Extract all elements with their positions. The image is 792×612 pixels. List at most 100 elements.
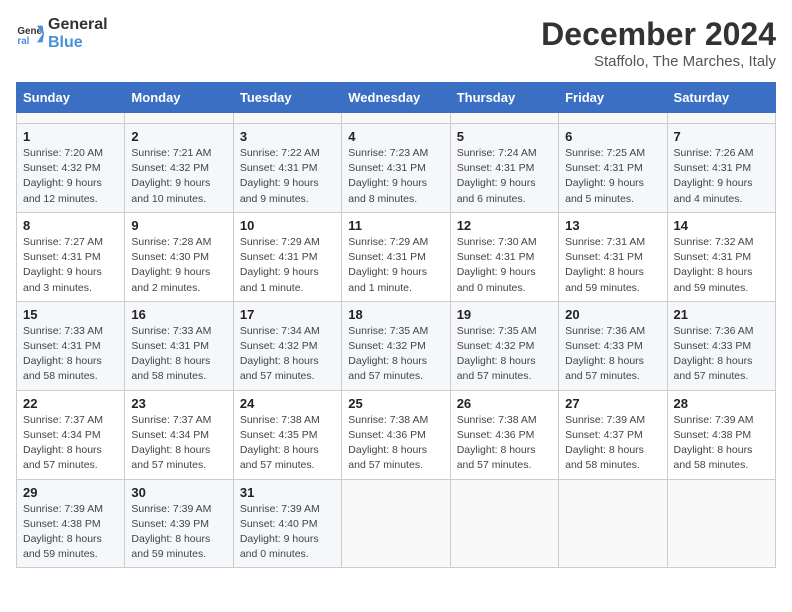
day-info: Sunrise: 7:38 AMSunset: 4:36 PMDaylight:… — [457, 413, 552, 474]
logo: Gene ral General Blue — [16, 16, 108, 51]
day-number: 11 — [348, 218, 443, 233]
column-header-monday: Monday — [125, 83, 233, 113]
calendar-cell — [125, 113, 233, 124]
calendar-week-2: 8Sunrise: 7:27 AMSunset: 4:31 PMDaylight… — [17, 212, 776, 301]
day-info: Sunrise: 7:31 AMSunset: 4:31 PMDaylight:… — [565, 235, 660, 296]
day-info: Sunrise: 7:20 AMSunset: 4:32 PMDaylight:… — [23, 146, 118, 207]
calendar-cell: 5Sunrise: 7:24 AMSunset: 4:31 PMDaylight… — [450, 124, 558, 213]
day-number: 25 — [348, 396, 443, 411]
calendar-cell: 21Sunrise: 7:36 AMSunset: 4:33 PMDayligh… — [667, 301, 775, 390]
day-number: 28 — [674, 396, 769, 411]
day-info: Sunrise: 7:21 AMSunset: 4:32 PMDaylight:… — [131, 146, 226, 207]
title-area: December 2024 Staffolo, The Marches, Ita… — [541, 16, 776, 70]
logo-icon: Gene ral — [16, 20, 44, 48]
calendar-cell: 1 Sunrise: 7:20 AMSunset: 4:32 PMDaylight… — [17, 124, 125, 213]
day-info: Sunrise: 7:22 AMSunset: 4:31 PMDaylight:… — [240, 146, 335, 207]
day-number: 2 — [131, 129, 226, 144]
calendar-cell: 6 Sunrise: 7:25 AMSunset: 4:31 PMDaylight… — [559, 124, 667, 213]
calendar-week-5: 29Sunrise: 7:39 AMSunset: 4:38 PMDayligh… — [17, 479, 776, 568]
column-header-tuesday: Tuesday — [233, 83, 341, 113]
calendar-cell: 14 Sunrise: 7:32 AMSunset: 4:31 PMDayligh… — [667, 212, 775, 301]
day-info: Sunrise: 7:30 AMSunset: 4:31 PMDaylight:… — [457, 235, 552, 296]
day-number: 4 — [348, 129, 443, 144]
svg-text:ral: ral — [17, 35, 29, 46]
calendar-cell: 17Sunrise: 7:34 AMSunset: 4:32 PMDayligh… — [233, 301, 341, 390]
location-title: Staffolo, The Marches, Italy — [541, 53, 776, 70]
calendar-cell: 2 Sunrise: 7:21 AMSunset: 4:32 PMDaylight… — [125, 124, 233, 213]
day-info: Sunrise: 7:29 AMSunset: 4:31 PMDaylight:… — [348, 235, 443, 296]
calendar-cell: 4 Sunrise: 7:23 AMSunset: 4:31 PMDaylight… — [342, 124, 450, 213]
day-number: 27 — [565, 396, 660, 411]
day-number: 6 — [565, 129, 660, 144]
day-number: 22 — [23, 396, 118, 411]
calendar-cell: 29Sunrise: 7:39 AMSunset: 4:38 PMDayligh… — [17, 479, 125, 568]
day-info: Sunrise: 7:36 AMSunset: 4:33 PMDaylight:… — [565, 324, 660, 385]
calendar-cell: 7Sunrise: 7:26 AMSunset: 4:31 PMDaylight… — [667, 124, 775, 213]
column-header-thursday: Thursday — [450, 83, 558, 113]
day-info: Sunrise: 7:35 AMSunset: 4:32 PMDaylight:… — [457, 324, 552, 385]
column-header-wednesday: Wednesday — [342, 83, 450, 113]
day-number: 8 — [23, 218, 118, 233]
calendar-cell — [667, 113, 775, 124]
calendar-cell — [342, 113, 450, 124]
logo-text-blue: Blue — [48, 34, 108, 52]
day-info: Sunrise: 7:39 AMSunset: 4:39 PMDaylight:… — [131, 502, 226, 563]
calendar-cell: 20 Sunrise: 7:36 AMSunset: 4:33 PMDayligh… — [559, 301, 667, 390]
day-number: 12 — [457, 218, 552, 233]
day-info: Sunrise: 7:37 AMSunset: 4:34 PMDaylight:… — [131, 413, 226, 474]
day-number: 20 — [565, 307, 660, 322]
day-info: Sunrise: 7:29 AMSunset: 4:31 PMDaylight:… — [240, 235, 335, 296]
day-info: Sunrise: 7:36 AMSunset: 4:33 PMDaylight:… — [674, 324, 769, 385]
day-info: Sunrise: 7:38 AMSunset: 4:35 PMDaylight:… — [240, 413, 335, 474]
calendar-cell: 3 Sunrise: 7:22 AMSunset: 4:31 PMDaylight… — [233, 124, 341, 213]
day-info: Sunrise: 7:39 AMSunset: 4:38 PMDaylight:… — [674, 413, 769, 474]
calendar-week-0 — [17, 113, 776, 124]
day-info: Sunrise: 7:39 AMSunset: 4:38 PMDaylight:… — [23, 502, 118, 563]
day-info: Sunrise: 7:25 AMSunset: 4:31 PMDaylight:… — [565, 146, 660, 207]
day-info: Sunrise: 7:33 AMSunset: 4:31 PMDaylight:… — [23, 324, 118, 385]
calendar-cell — [233, 113, 341, 124]
day-number: 16 — [131, 307, 226, 322]
day-number: 3 — [240, 129, 335, 144]
day-number: 30 — [131, 485, 226, 500]
day-number: 1 — [23, 129, 118, 144]
calendar-cell — [559, 113, 667, 124]
month-title: December 2024 — [541, 16, 776, 53]
day-number: 18 — [348, 307, 443, 322]
day-info: Sunrise: 7:26 AMSunset: 4:31 PMDaylight:… — [674, 146, 769, 207]
calendar-cell — [17, 113, 125, 124]
day-number: 10 — [240, 218, 335, 233]
calendar-cell: 10 Sunrise: 7:29 AMSunset: 4:31 PMDayligh… — [233, 212, 341, 301]
calendar-cell: 11 Sunrise: 7:29 AMSunset: 4:31 PMDayligh… — [342, 212, 450, 301]
column-header-sunday: Sunday — [17, 83, 125, 113]
day-number: 9 — [131, 218, 226, 233]
calendar-cell: 9Sunrise: 7:28 AMSunset: 4:30 PMDaylight… — [125, 212, 233, 301]
day-number: 15 — [23, 307, 118, 322]
calendar-cell — [450, 479, 558, 568]
calendar-header-row: SundayMondayTuesdayWednesdayThursdayFrid… — [17, 83, 776, 113]
calendar-cell: 28 Sunrise: 7:39 AMSunset: 4:38 PMDayligh… — [667, 390, 775, 479]
calendar-cell: 12 Sunrise: 7:30 AMSunset: 4:31 PMDayligh… — [450, 212, 558, 301]
calendar-cell: 30 Sunrise: 7:39 AMSunset: 4:39 PMDayligh… — [125, 479, 233, 568]
day-info: Sunrise: 7:32 AMSunset: 4:31 PMDaylight:… — [674, 235, 769, 296]
day-number: 14 — [674, 218, 769, 233]
day-number: 17 — [240, 307, 335, 322]
calendar-cell — [667, 479, 775, 568]
calendar-cell: 25 Sunrise: 7:38 AMSunset: 4:36 PMDayligh… — [342, 390, 450, 479]
column-header-saturday: Saturday — [667, 83, 775, 113]
calendar-cell: 19Sunrise: 7:35 AMSunset: 4:32 PMDayligh… — [450, 301, 558, 390]
day-number: 31 — [240, 485, 335, 500]
calendar-cell: 24 Sunrise: 7:38 AMSunset: 4:35 PMDayligh… — [233, 390, 341, 479]
calendar-cell: 27 Sunrise: 7:39 AMSunset: 4:37 PMDayligh… — [559, 390, 667, 479]
day-info: Sunrise: 7:39 AMSunset: 4:40 PMDaylight:… — [240, 502, 335, 563]
day-info: Sunrise: 7:23 AMSunset: 4:31 PMDaylight:… — [348, 146, 443, 207]
day-info: Sunrise: 7:39 AMSunset: 4:37 PMDaylight:… — [565, 413, 660, 474]
calendar-week-4: 22 Sunrise: 7:37 AMSunset: 4:34 PMDayligh… — [17, 390, 776, 479]
day-info: Sunrise: 7:33 AMSunset: 4:31 PMDaylight:… — [131, 324, 226, 385]
day-number: 5 — [457, 129, 552, 144]
calendar-cell: 16 Sunrise: 7:33 AMSunset: 4:31 PMDayligh… — [125, 301, 233, 390]
calendar-cell: 26Sunrise: 7:38 AMSunset: 4:36 PMDayligh… — [450, 390, 558, 479]
day-number: 24 — [240, 396, 335, 411]
day-number: 13 — [565, 218, 660, 233]
day-info: Sunrise: 7:38 AMSunset: 4:36 PMDaylight:… — [348, 413, 443, 474]
